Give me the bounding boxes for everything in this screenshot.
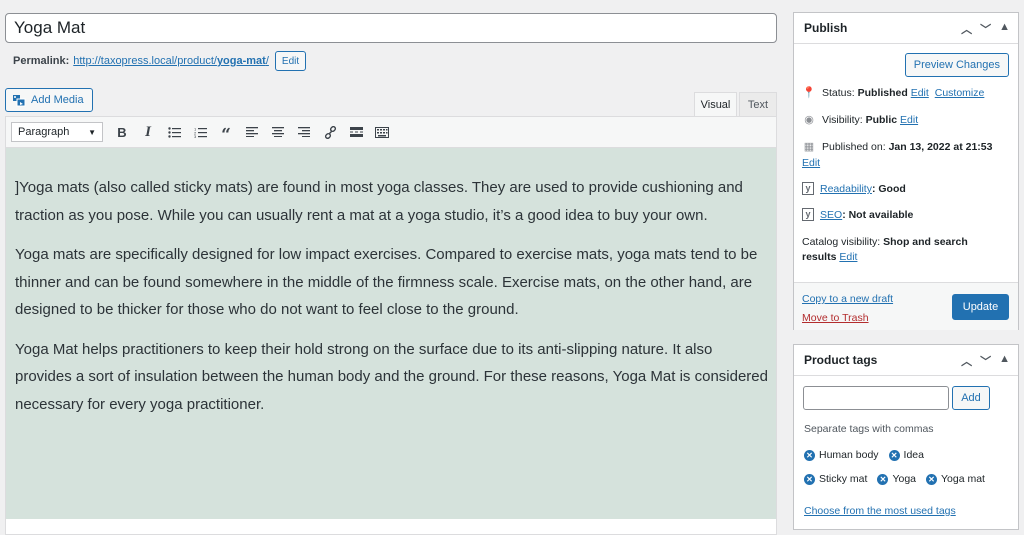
seo-link[interactable]: SEO: [820, 209, 842, 221]
published-edit-link[interactable]: Edit: [802, 156, 820, 171]
tab-text[interactable]: Text: [739, 92, 777, 117]
publish-actions: Copy to a new draft Move to Trash Update: [794, 282, 1018, 330]
new-tag-input[interactable]: [803, 386, 949, 410]
product-tags-header: Product tags ︿ ﹀ ▲: [794, 345, 1018, 376]
yoast-icon: y: [802, 182, 814, 195]
svg-text:3: 3: [194, 134, 197, 138]
permalink-url[interactable]: http://taxopress.local/product/yoga-mat/: [73, 55, 269, 67]
content-paragraph: Yoga mats are specifically designed for …: [15, 246, 758, 318]
readability-link[interactable]: Readability: [820, 183, 872, 195]
update-button[interactable]: Update: [952, 294, 1009, 320]
move-up-icon[interactable]: ︿: [961, 353, 972, 369]
customize-link[interactable]: Customize: [935, 87, 985, 99]
toolbar-toggle-icon[interactable]: [369, 120, 395, 144]
tag-item: ✕ Human body: [804, 449, 879, 461]
align-center-icon[interactable]: [265, 120, 291, 144]
remove-tag-icon[interactable]: ✕: [888, 449, 900, 461]
remove-tag-icon[interactable]: ✕: [926, 473, 937, 485]
catalog-visibility-row: Catalog visibility: Shop and search resu…: [802, 236, 968, 263]
bulleted-list-icon[interactable]: [161, 120, 187, 144]
collapse-icon[interactable]: ▲: [999, 21, 1010, 37]
calendar-icon: ▦: [803, 141, 815, 153]
editor-toolbar: Paragraph ▼ B I 123 “: [6, 117, 776, 148]
permalink-edit-button[interactable]: Edit: [274, 51, 307, 71]
add-tag-button[interactable]: Add: [952, 386, 990, 410]
tag-item: ✕ Idea: [888, 449, 924, 461]
copy-to-draft-link[interactable]: Copy to a new draft: [802, 293, 893, 305]
tab-visual[interactable]: Visual: [694, 92, 737, 117]
tag-item: ✕ Yoga mat: [926, 473, 985, 485]
product-tags-title: Product tags: [804, 353, 878, 367]
permalink-bar: Permalink: http://taxopress.local/produc…: [13, 51, 307, 71]
tag-item: ✕ Yoga: [877, 473, 916, 485]
eye-icon: ◉: [804, 114, 814, 126]
bold-icon[interactable]: B: [109, 120, 135, 144]
editor-content[interactable]: ]Yoga mats (also called sticky mats) are…: [6, 148, 776, 519]
read-more-icon[interactable]: [343, 120, 369, 144]
choose-most-used-tags-link[interactable]: Choose from the most used tags: [804, 505, 956, 517]
published-on-row: ▦ Published on: Jan 13, 2022 at 21:53: [803, 141, 993, 153]
content-paragraph: ]Yoga mats (also called sticky mats) are…: [15, 179, 743, 224]
content-editor: Paragraph ▼ B I 123 “ ]Yoga mats (also c…: [5, 116, 777, 535]
tag-list: ✕ Human body ✕ Idea: [804, 449, 924, 461]
product-tags-box: Product tags ︿ ﹀ ▲ Add Separate tags wit…: [793, 344, 1019, 530]
remove-tag-icon[interactable]: ✕: [877, 473, 889, 485]
post-title-input[interactable]: Yoga Mat: [5, 13, 777, 43]
add-media-button[interactable]: Add Media: [5, 88, 93, 112]
italic-icon[interactable]: I: [135, 120, 161, 144]
remove-tag-icon[interactable]: ✕: [804, 449, 815, 461]
publish-box-title: Publish: [804, 21, 848, 35]
pin-icon: 📍: [802, 87, 816, 99]
add-media-label: Add Media: [31, 94, 84, 106]
chevron-down-icon: ▼: [88, 127, 96, 137]
publish-box: Publish ︿ ﹀ ▲ Preview Changes 📍 Status: …: [793, 12, 1019, 330]
tag-list: ✕ Sticky mat ✕ Yoga ✕ Yoga mat: [804, 473, 985, 485]
align-right-icon[interactable]: [291, 120, 317, 144]
numbered-list-icon[interactable]: 123: [187, 120, 213, 144]
visibility-row: ◉ Visibility: Public Edit: [802, 113, 918, 128]
post-status-row: 📍 Status: Published Edit Customize: [802, 87, 985, 99]
publish-box-header: Publish ︿ ﹀ ▲: [794, 13, 1018, 44]
tag-item: ✕ Sticky mat: [804, 473, 867, 485]
format-select[interactable]: Paragraph ▼: [11, 122, 103, 142]
move-down-icon[interactable]: ﹀: [980, 353, 991, 369]
media-icon: [12, 94, 26, 107]
content-paragraph: Yoga Mat helps practitioners to keep the…: [15, 340, 768, 413]
move-down-icon[interactable]: ﹀: [980, 21, 991, 37]
align-left-icon[interactable]: [239, 120, 265, 144]
collapse-icon[interactable]: ▲: [999, 353, 1010, 369]
yoast-icon: y: [802, 208, 814, 221]
published-edit-row: Edit: [802, 156, 820, 171]
catalog-edit-link[interactable]: Edit: [839, 251, 857, 263]
status-edit-link[interactable]: Edit: [911, 87, 929, 99]
move-up-icon[interactable]: ︿: [961, 21, 972, 37]
preview-changes-button[interactable]: Preview Changes: [904, 53, 1009, 77]
move-to-trash-link[interactable]: Move to Trash: [802, 312, 869, 324]
readability-row: y Readability: Good: [802, 182, 906, 197]
tags-hint: Separate tags with commas: [804, 423, 934, 435]
permalink-label: Permalink:: [13, 55, 70, 67]
blockquote-icon[interactable]: “: [213, 120, 239, 144]
format-select-value: Paragraph: [18, 126, 70, 138]
link-icon[interactable]: [317, 120, 343, 144]
seo-row: y SEO: Not available: [802, 208, 913, 223]
visibility-edit-link[interactable]: Edit: [900, 114, 918, 126]
remove-tag-icon[interactable]: ✕: [804, 473, 815, 485]
